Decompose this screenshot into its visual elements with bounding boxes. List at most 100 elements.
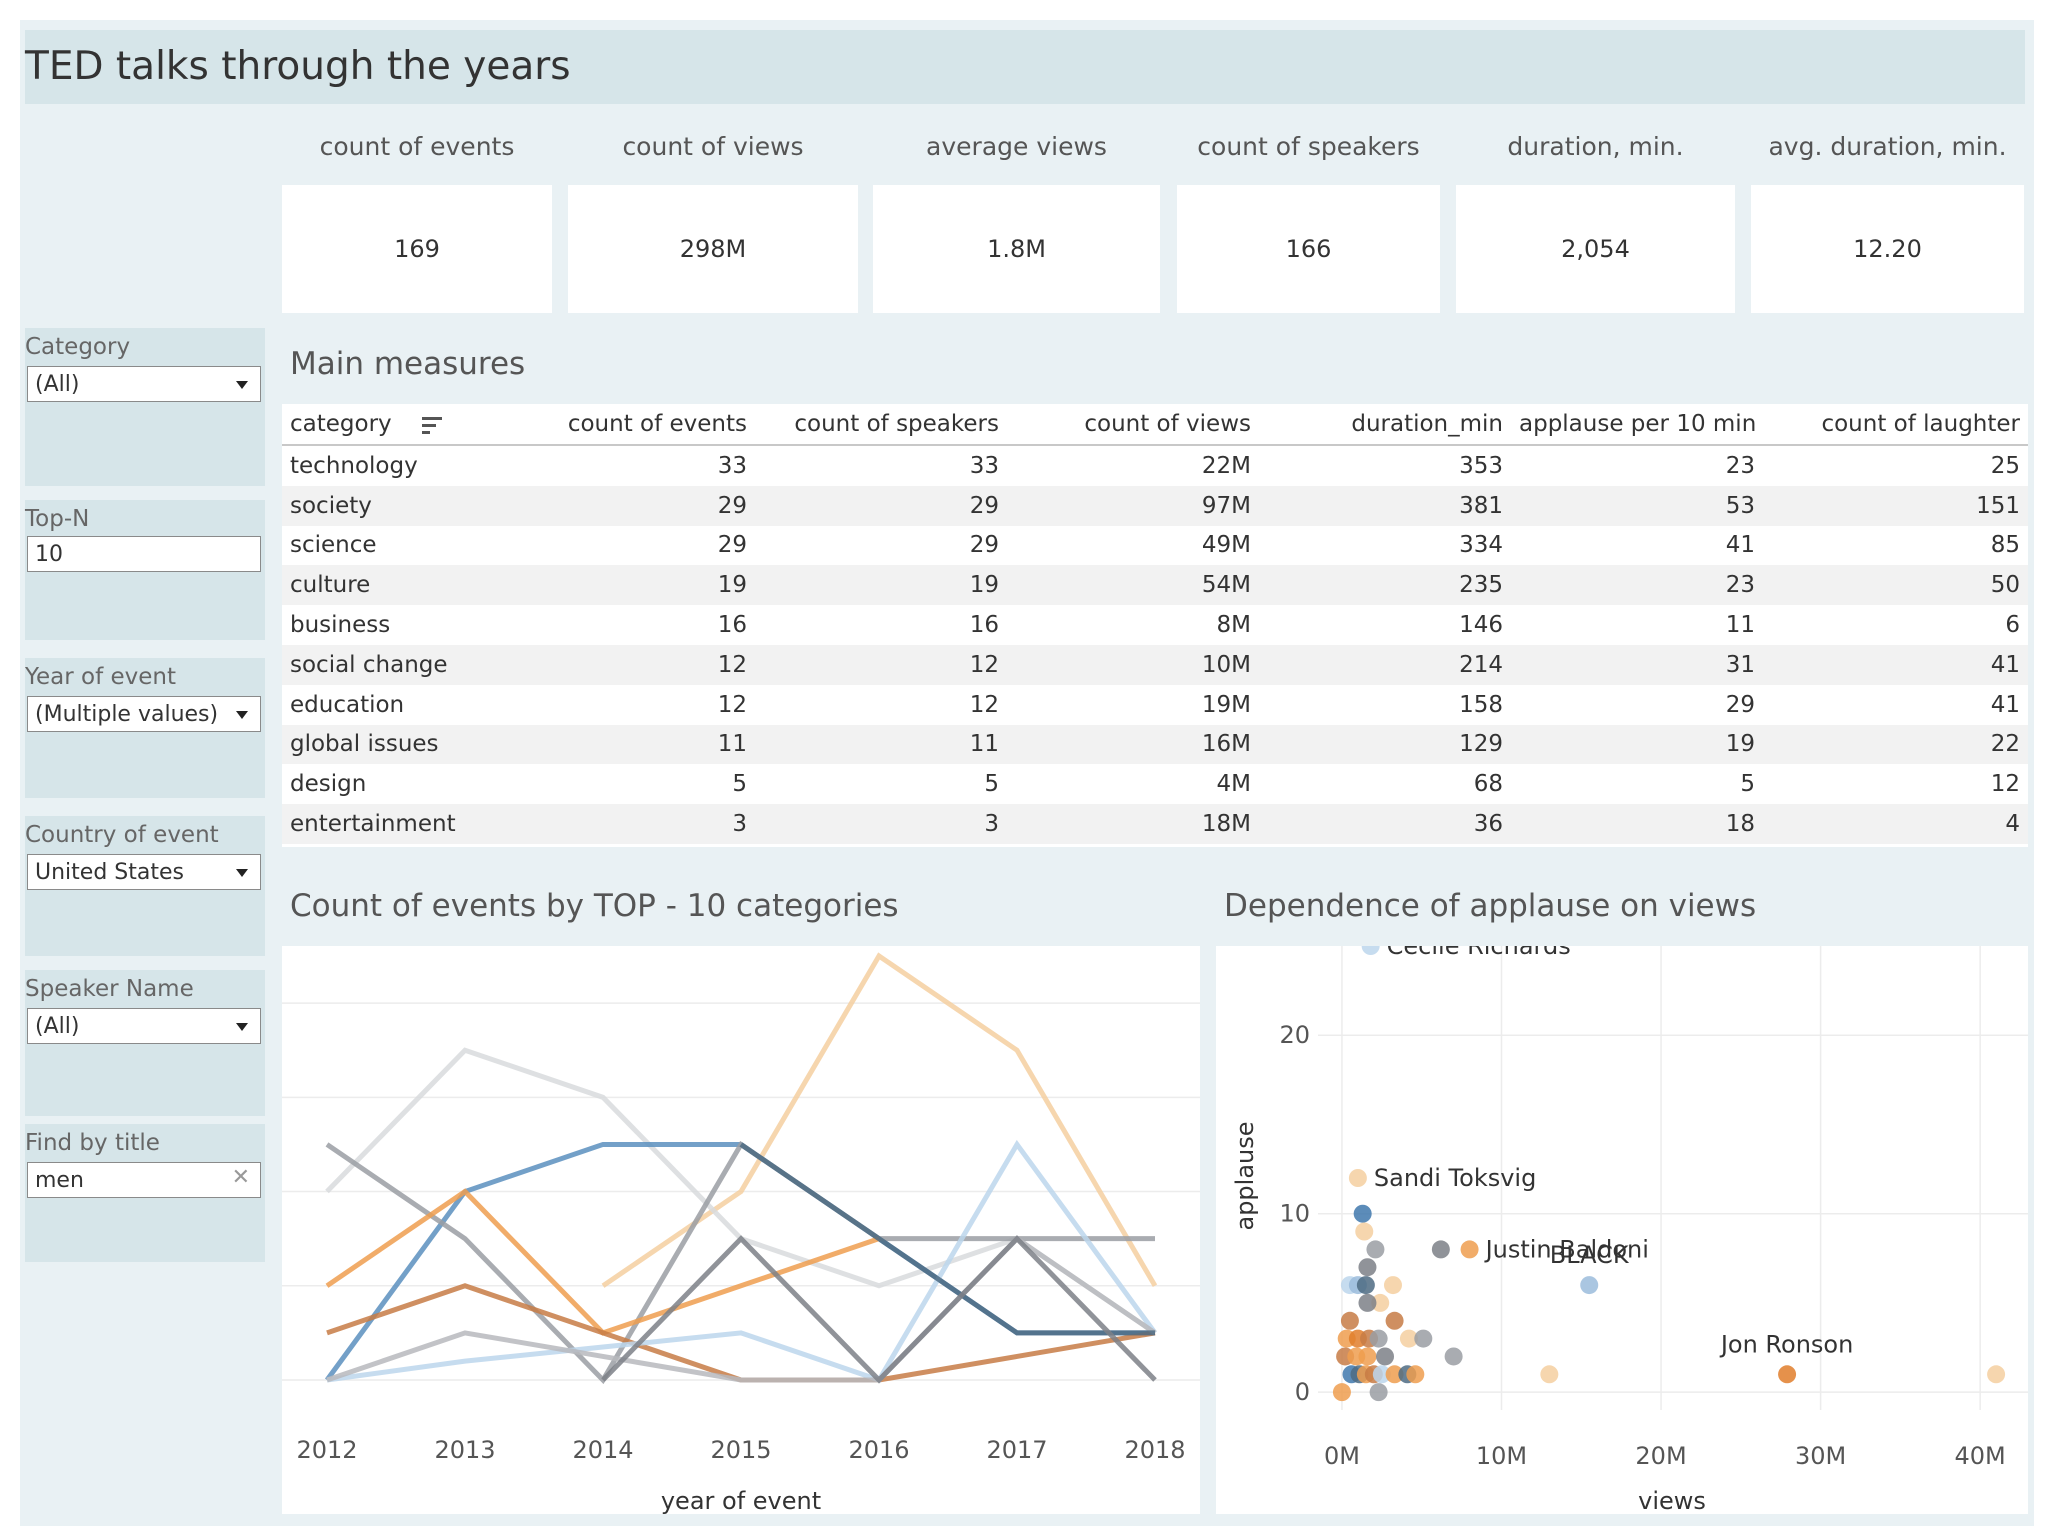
scatter-point[interactable]	[1358, 1347, 1377, 1366]
filter-topn-panel: Top-N 10	[25, 500, 265, 640]
table-row[interactable]: science 29 29 49M 334 41 85	[282, 526, 2028, 566]
scatter-point[interactable]	[1369, 1329, 1388, 1348]
scatter-point[interactable]	[1778, 1365, 1797, 1384]
scatter-point[interactable]	[1332, 1383, 1351, 1402]
scatter-point[interactable]	[1431, 1240, 1450, 1259]
year-dropdown[interactable]: (Multiple values)	[27, 696, 261, 732]
cell-events: 29	[717, 532, 747, 559]
dashboard: TED talks through the years count of eve…	[20, 20, 2034, 1526]
cell-events: 11	[527, 724, 755, 765]
scatter-point[interactable]	[1987, 1365, 2006, 1384]
x-tick-label: 2017	[986, 1436, 1047, 1464]
cell-laughter: 85	[1990, 532, 2020, 559]
column-header-count-of-speakers[interactable]: count of speakers	[755, 404, 1007, 446]
cell-applause: 18	[1511, 804, 1763, 844]
category-dropdown-value: (All)	[35, 371, 80, 397]
scatter-chart-title: Dependence of applause on views	[1224, 888, 1757, 924]
cell-speakers: 12	[969, 691, 999, 718]
scatter-point[interactable]	[1369, 1383, 1388, 1402]
cell-events: 5	[732, 771, 747, 798]
series-line-4[interactable]	[325, 1140, 1155, 1385]
column-header-count-of-views[interactable]: count of views	[1007, 404, 1259, 446]
scatter-point[interactable]	[1540, 1365, 1559, 1384]
point-label: Sandi Toksvig	[1374, 1164, 1536, 1192]
column-header-duration-min[interactable]: duration_min	[1259, 404, 1511, 446]
cell-speakers: 3	[755, 804, 1007, 844]
scatter-point[interactable]	[1383, 1276, 1402, 1295]
scatter-point[interactable]	[1460, 1240, 1479, 1259]
x-tick-label: 2018	[1124, 1436, 1185, 1464]
cell-applause: 19	[1511, 724, 1763, 765]
series-line-5[interactable]	[325, 1188, 880, 1336]
point-label: Jon Ronson	[1719, 1330, 1854, 1358]
cell-speakers: 19	[755, 565, 1007, 606]
chevron-down-icon	[236, 381, 248, 389]
table-row[interactable]: global issues 11 11 16M 129 19 22	[282, 724, 2028, 765]
find-by-title-input[interactable]: men ✕	[27, 1162, 261, 1198]
title-bar: TED talks through the years	[25, 30, 2025, 104]
cell-category: culture	[282, 565, 527, 606]
cell-duration: 353	[1459, 452, 1503, 479]
scatter-point[interactable]	[1358, 1293, 1377, 1312]
scatter-point[interactable]	[1406, 1365, 1425, 1384]
column-header-laughter[interactable]: count of laughter	[1763, 404, 2028, 446]
scatter-point[interactable]	[1385, 1311, 1404, 1330]
column-header-applause[interactable]: applause per 10 min	[1511, 404, 1763, 446]
scatter-point[interactable]	[1355, 1222, 1374, 1241]
series-line-7[interactable]	[326, 1139, 1158, 1384]
cell-applause: 29	[1725, 691, 1755, 718]
series-line-8[interactable]	[326, 1235, 1157, 1383]
cell-applause: 11	[1725, 612, 1755, 639]
kpi-label-avg-views: average views	[926, 132, 1107, 161]
table-row[interactable]: education 12 12 19M 158 29 41	[282, 685, 2028, 725]
column-header-count-of-events[interactable]: count of events	[527, 404, 755, 446]
sort-icon[interactable]	[421, 415, 442, 435]
scatter-point[interactable]	[1340, 1311, 1359, 1330]
table-row[interactable]: technology 33 33 22M 353 23 25	[282, 445, 2028, 486]
scatter-point[interactable]	[1444, 1347, 1463, 1366]
scatter-point[interactable]	[1580, 1276, 1599, 1295]
scatter-point[interactable]	[1348, 1169, 1367, 1187]
table-row[interactable]: society 29 29 97M 381 53 151	[282, 485, 2028, 526]
series-line-3[interactable]	[324, 1141, 1155, 1382]
scatter-point[interactable]	[1376, 1347, 1395, 1366]
country-dropdown[interactable]: United States	[27, 854, 261, 890]
table-row[interactable]: design 5 5 4M 68 5 12	[282, 764, 2028, 804]
cell-views: 4M	[1216, 771, 1251, 798]
scatter-point[interactable]	[1366, 1240, 1385, 1259]
filter-category-panel: Category (All)	[25, 328, 265, 486]
category-dropdown[interactable]: (All)	[27, 366, 261, 402]
scatter-point[interactable]	[1353, 1204, 1372, 1223]
x-axis-label: year of event	[661, 1487, 821, 1514]
cell-events: 12	[527, 644, 755, 685]
topn-input[interactable]: 10	[27, 536, 261, 572]
column-header-category[interactable]: category	[282, 404, 527, 446]
cell-duration: 68	[1473, 771, 1503, 798]
cell-applause: 23	[1725, 452, 1755, 479]
scatter-point[interactable]	[1361, 937, 1380, 955]
cell-applause: 23	[1511, 565, 1763, 606]
table-row[interactable]: entertainment 3 3 18M 36 18 4	[282, 804, 2028, 844]
topn-input-value: 10	[35, 541, 63, 567]
scatter-point[interactable]	[1414, 1329, 1433, 1348]
cell-applause: 31	[1511, 644, 1763, 685]
kpi-label-events: count of events	[319, 132, 515, 161]
x-tick-label: 10M	[1476, 1442, 1527, 1470]
clear-icon[interactable]: ✕	[232, 1165, 250, 1190]
cell-speakers: 29	[755, 485, 1007, 526]
x-tick-label: 0M	[1324, 1442, 1360, 1470]
cell-duration: 36	[1259, 804, 1511, 844]
filter-find-panel: Find by title men ✕	[25, 1124, 265, 1262]
cell-category: social change	[282, 644, 527, 685]
table-row[interactable]: social change 12 12 10M 214 31 41	[282, 644, 2028, 685]
cell-views: 97M	[1007, 485, 1259, 526]
cell-duration: 129	[1259, 724, 1511, 765]
speaker-dropdown[interactable]: (All)	[27, 1008, 261, 1044]
scatter-point[interactable]	[1356, 1276, 1375, 1295]
cell-views: 54M	[1007, 565, 1259, 606]
scatter-point[interactable]	[1358, 1258, 1377, 1277]
table-row[interactable]: culture 19 19 54M 235 23 50	[282, 565, 2028, 606]
cell-views: 16M	[1007, 724, 1259, 765]
cell-views: 18M	[1007, 804, 1259, 844]
table-row[interactable]: business 16 16 8M 146 11 6	[282, 605, 2028, 645]
